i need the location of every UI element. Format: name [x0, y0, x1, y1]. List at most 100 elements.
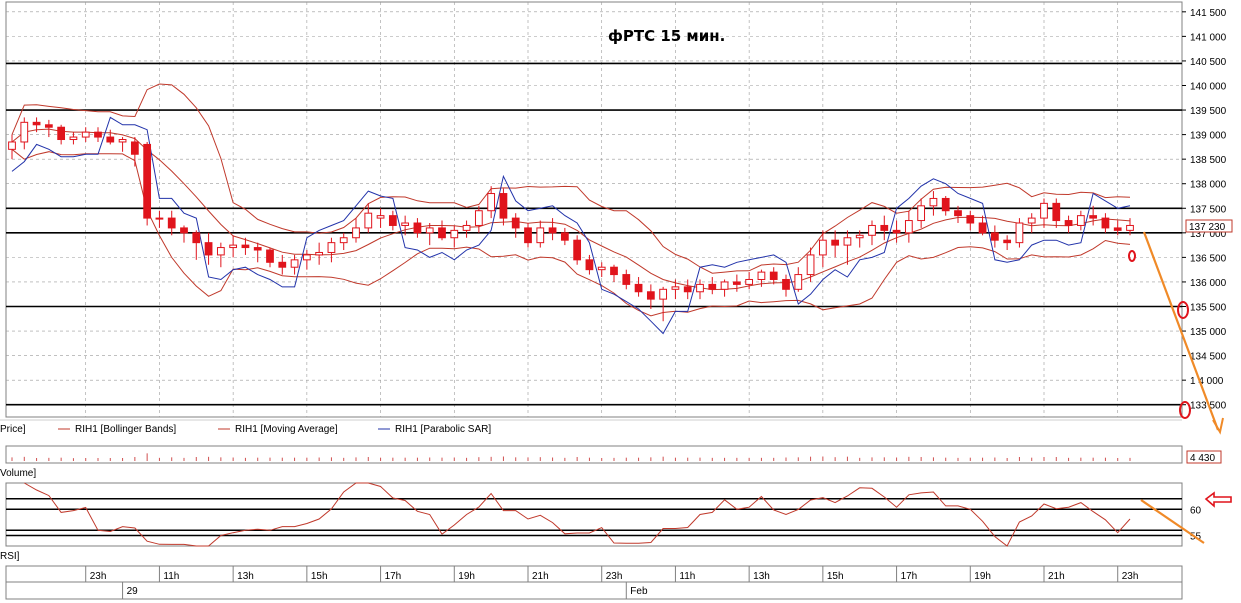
- candle-body: [266, 249, 274, 263]
- candle-body: [376, 215, 385, 219]
- candle-body: [880, 224, 889, 231]
- candle-body: [474, 210, 483, 226]
- candle-body: [966, 215, 975, 224]
- candle-body: [831, 239, 840, 246]
- price-tick-label: 139 500: [1190, 106, 1227, 117]
- candle-body: [990, 232, 999, 241]
- rsi-tick-label: 60: [1190, 505, 1202, 516]
- candle-body: [167, 217, 176, 229]
- candle-body: [954, 210, 962, 217]
- candle-body: [192, 232, 201, 244]
- price-tick-label: 141 500: [1190, 8, 1227, 19]
- time-tick-label: 11h: [163, 571, 179, 582]
- time-tick-label: 17h: [385, 571, 402, 582]
- time-tick-label: 11h: [679, 571, 695, 582]
- candle-body: [671, 286, 680, 290]
- candle-body: [438, 227, 446, 239]
- price-panel-label: Price]: [0, 424, 26, 435]
- last-price-label: 137 230: [1189, 222, 1226, 233]
- candle-body: [769, 271, 778, 280]
- candle-body: [8, 141, 16, 150]
- price-tick-label: 136 000: [1190, 278, 1227, 289]
- candle-body: [708, 283, 717, 290]
- time-tick-label: 21h: [1048, 571, 1065, 582]
- candle-body: [216, 247, 225, 256]
- candle-body: [425, 227, 434, 234]
- candle-body: [818, 239, 827, 256]
- date-tick-label: Feb: [630, 586, 648, 597]
- candle-body: [315, 251, 324, 256]
- candle-body: [855, 234, 864, 239]
- candle-body: [450, 229, 459, 239]
- price-tick-label: 141 000: [1190, 32, 1227, 43]
- candle-body: [929, 197, 938, 207]
- rsi-panel: [5, 482, 1183, 547]
- candle-body: [1003, 239, 1012, 244]
- candle-body: [659, 288, 668, 300]
- time-tick-label: 23h: [606, 571, 623, 582]
- candle-body: [302, 254, 311, 261]
- time-tick-label: 15h: [827, 571, 844, 582]
- candle-body: [364, 212, 373, 229]
- candle-body: [130, 141, 139, 155]
- candle-body: [941, 197, 950, 212]
- candle-body: [1015, 222, 1024, 244]
- candle-body: [487, 193, 496, 212]
- candle-body: [843, 237, 852, 246]
- price-tick-label: 134 500: [1190, 352, 1227, 363]
- price-tick-label: 137 500: [1190, 204, 1227, 215]
- candle-body: [917, 205, 926, 222]
- candle-body: [634, 283, 643, 293]
- candle-body: [32, 121, 41, 126]
- candle-body: [745, 278, 754, 285]
- candle-body: [782, 278, 790, 290]
- rsi-arrow-left-icon: [1204, 491, 1232, 508]
- price-tick-label: 139 000: [1190, 131, 1227, 142]
- candle-body: [1064, 220, 1073, 226]
- candle-body: [155, 217, 164, 220]
- candle-body: [143, 143, 152, 219]
- candle-body: [806, 254, 815, 276]
- candle-body: [610, 266, 618, 276]
- candle-body: [290, 259, 299, 268]
- candle-body: [1089, 215, 1098, 219]
- legend-entry: RIH1 [Parabolic SAR]: [395, 424, 491, 435]
- time-tick-label: 13h: [237, 571, 254, 582]
- legend: RIH1 [Bollinger Bands] RIH1 [Moving Avera…: [58, 424, 491, 435]
- price-tick-label: 136 500: [1190, 253, 1227, 264]
- candle-body: [1040, 202, 1048, 219]
- candle-body: [1027, 217, 1036, 224]
- price-tick-label: 135 000: [1190, 327, 1227, 338]
- rsi-panel-label: RSI]: [0, 551, 20, 562]
- candle-body: [413, 222, 422, 234]
- price-tick-label: 138 000: [1190, 180, 1227, 191]
- candle-body: [1101, 217, 1110, 229]
- candle-body: [278, 261, 287, 268]
- candle-body: [732, 281, 741, 285]
- candle-body: [597, 266, 606, 271]
- time-tick-label: 17h: [901, 571, 918, 582]
- candle-body: [573, 239, 582, 261]
- candle-body: [327, 242, 336, 253]
- candle-body: [978, 222, 987, 234]
- candle-body: [757, 271, 766, 280]
- candle-body: [94, 131, 102, 138]
- chart-canvas: 141 500 141 000 140 500 140 000 139 500 139 0…: [0, 1, 1233, 600]
- time-tick-label: 23h: [1122, 571, 1139, 582]
- candle-body: [511, 217, 520, 229]
- volume-panel: [5, 445, 1183, 464]
- candle-body: [462, 224, 471, 231]
- candle-body: [106, 136, 115, 143]
- candle-body: [868, 224, 876, 236]
- candle-body: [20, 121, 29, 143]
- candle-body: [241, 244, 250, 249]
- chart-title: фРТС 15 мин.: [608, 27, 725, 45]
- candle-body: [339, 237, 348, 244]
- candle-body: [1126, 224, 1134, 231]
- candle-body: [1113, 227, 1122, 231]
- candle-body: [57, 126, 66, 141]
- candle-body: [180, 227, 188, 234]
- candle-body: [253, 247, 262, 251]
- price-tick-label: 1 4 000: [1190, 376, 1224, 387]
- date-tick-label: 29: [127, 586, 139, 597]
